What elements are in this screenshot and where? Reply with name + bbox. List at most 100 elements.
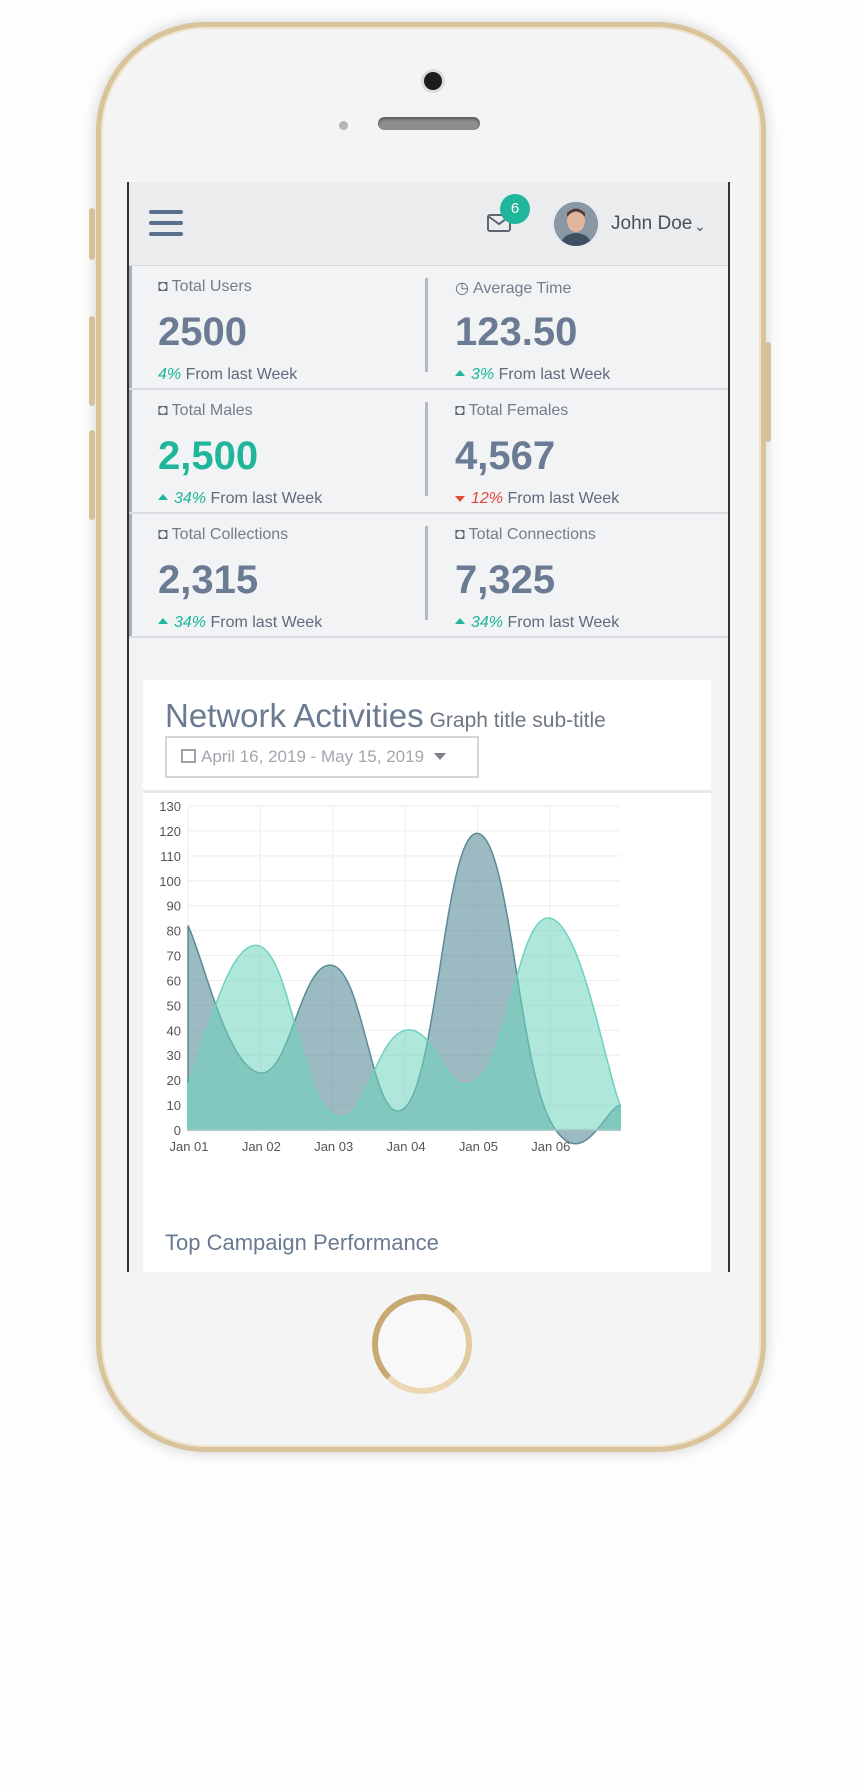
volume-up-button bbox=[89, 316, 95, 406]
user-icon: ◘ bbox=[158, 278, 168, 295]
stat-value: 2,315 bbox=[158, 558, 259, 602]
stat-label: ◘ Total Connections bbox=[455, 526, 596, 544]
avatar-image bbox=[554, 202, 598, 246]
stat-change: 12% From last Week bbox=[455, 490, 619, 508]
clock-icon: ◷ bbox=[455, 280, 469, 297]
x-tick-label: Jan 01 bbox=[169, 1139, 208, 1154]
sensor-icon bbox=[339, 121, 348, 130]
stat-label: ◷ Average Time bbox=[455, 278, 571, 298]
top-navbar: 6 John Doe ⌄ bbox=[129, 182, 728, 266]
stat-change-suffix: From last Week bbox=[503, 490, 620, 507]
caret-up-icon bbox=[158, 494, 168, 501]
speaker-grille bbox=[378, 117, 480, 130]
date-range-picker[interactable]: April 16, 2019 - May 15, 2019 bbox=[165, 736, 479, 778]
x-tick-label: Jan 02 bbox=[242, 1139, 281, 1154]
stat-label: ◘ Total Females bbox=[455, 402, 568, 420]
stat-card: ◘ Total Collections 2,315 34% From last Wee… bbox=[129, 514, 432, 636]
stat-label-text: Total Users bbox=[171, 278, 252, 295]
caret-down-icon bbox=[455, 495, 465, 502]
stat-change: 3% From last Week bbox=[455, 366, 610, 384]
user-icon: ◘ bbox=[455, 402, 465, 419]
chevron-down-icon[interactable]: ⌄ bbox=[694, 218, 706, 235]
y-tick-label: 130 bbox=[159, 799, 181, 814]
y-tick-label: 20 bbox=[167, 1073, 181, 1088]
stat-label: ◘ Total Males bbox=[158, 402, 253, 420]
y-tick-label: 30 bbox=[167, 1048, 181, 1063]
stat-card: ◷ Average Time 123.50 3% From last Week bbox=[429, 266, 728, 388]
stat-card: ◘ Total Users 2500 4% From last Week bbox=[129, 266, 432, 388]
stat-change-suffix: From last Week bbox=[206, 490, 323, 507]
stat-card: ◘ Total Males 2,500 34% From last Week bbox=[129, 390, 432, 512]
stat-change-suffix: From last Week bbox=[503, 614, 620, 631]
date-range-text: April 16, 2019 - May 15, 2019 bbox=[201, 747, 425, 766]
power-button bbox=[765, 342, 771, 442]
x-tick-label: Jan 03 bbox=[314, 1139, 353, 1154]
stat-value: 4,567 bbox=[455, 434, 556, 478]
stat-change-percent: 34% bbox=[471, 614, 504, 631]
x-tick-label: Jan 04 bbox=[387, 1139, 426, 1154]
stat-label-text: Total Females bbox=[468, 402, 569, 419]
card-title-text: Network Activities bbox=[165, 697, 424, 734]
y-tick-label: 0 bbox=[174, 1123, 181, 1138]
stat-label: ◘ Total Collections bbox=[158, 526, 288, 544]
section-title: Top Campaign Performance bbox=[165, 1230, 439, 1255]
y-tick-label: 120 bbox=[159, 824, 181, 839]
stat-change-percent: 4% bbox=[158, 366, 182, 383]
stat-value: 2,500 bbox=[158, 434, 259, 478]
stat-label-text: Total Connections bbox=[468, 526, 596, 543]
stat-change-suffix: From last Week bbox=[181, 366, 298, 383]
stat-value: 2500 bbox=[158, 310, 247, 354]
stat-change-percent: 3% bbox=[471, 366, 495, 383]
stat-change-percent: 34% bbox=[174, 614, 207, 631]
stat-change-percent: 12% bbox=[471, 490, 504, 507]
stat-change-percent: 34% bbox=[174, 490, 207, 507]
volume-down-button bbox=[89, 430, 95, 520]
series-area-2 bbox=[187, 917, 621, 1131]
calendar-icon bbox=[181, 749, 196, 763]
stat-card: ◘ Total Females 4,567 12% From last Week bbox=[429, 390, 728, 512]
user-name[interactable]: John Doe bbox=[611, 213, 692, 235]
stat-change-suffix: From last Week bbox=[206, 614, 323, 631]
stat-row: ◘ Total Users 2500 4% From last Week ◷ Averag… bbox=[129, 266, 728, 390]
stat-change: 34% From last Week bbox=[158, 490, 322, 508]
stat-card: ◘ Total Connections 7,325 34% From last Wee… bbox=[429, 514, 728, 636]
app-screen: 6 John Doe ⌄ ◘ Total Users 2500 4% From las… bbox=[127, 182, 730, 1272]
y-tick-label: 40 bbox=[167, 1023, 181, 1038]
stat-change: 34% From last Week bbox=[158, 614, 322, 632]
network-activities-card: Network Activities Graph title sub-title … bbox=[143, 680, 711, 1272]
user-icon: ◘ bbox=[158, 402, 168, 419]
caret-up-icon bbox=[455, 370, 465, 377]
y-tick-label: 100 bbox=[159, 874, 181, 889]
camera-icon bbox=[424, 72, 442, 90]
hamburger-menu-icon[interactable] bbox=[149, 210, 183, 238]
divider bbox=[143, 790, 711, 793]
caret-up-icon bbox=[158, 618, 168, 625]
y-tick-label: 50 bbox=[167, 998, 181, 1013]
home-button[interactable] bbox=[372, 1294, 472, 1394]
user-icon: ◘ bbox=[158, 526, 168, 543]
stat-change: 34% From last Week bbox=[455, 614, 619, 632]
y-tick-label: 60 bbox=[167, 973, 181, 988]
card-title: Network Activities Graph title sub-title bbox=[165, 697, 606, 735]
user-icon: ◘ bbox=[455, 526, 465, 543]
card-subtitle: Graph title sub-title bbox=[429, 709, 606, 732]
stat-label-text: Total Collections bbox=[171, 526, 289, 543]
avatar[interactable] bbox=[554, 202, 598, 246]
y-tick-label: 90 bbox=[167, 899, 181, 914]
stat-change-suffix: From last Week bbox=[494, 366, 611, 383]
stat-label-text: Average Time bbox=[472, 280, 572, 297]
stat-change: 4% From last Week bbox=[158, 366, 297, 384]
stat-value: 7,325 bbox=[455, 558, 556, 602]
y-tick-label: 70 bbox=[167, 949, 181, 964]
y-tick-label: 10 bbox=[167, 1098, 181, 1113]
caret-up-icon bbox=[455, 618, 465, 625]
x-tick-label: Jan 06 bbox=[531, 1139, 570, 1154]
stat-value: 123.50 bbox=[455, 310, 578, 354]
stat-row: ◘ Total Collections 2,315 34% From last Wee… bbox=[129, 514, 728, 638]
stats-grid: ◘ Total Users 2500 4% From last Week ◷ Averag… bbox=[129, 266, 728, 638]
mute-switch bbox=[89, 208, 95, 260]
stat-label: ◘ Total Users bbox=[158, 278, 252, 296]
x-tick-label: Jan 05 bbox=[459, 1139, 498, 1154]
y-tick-label: 110 bbox=[160, 849, 181, 864]
stat-label-text: Total Males bbox=[171, 402, 253, 419]
